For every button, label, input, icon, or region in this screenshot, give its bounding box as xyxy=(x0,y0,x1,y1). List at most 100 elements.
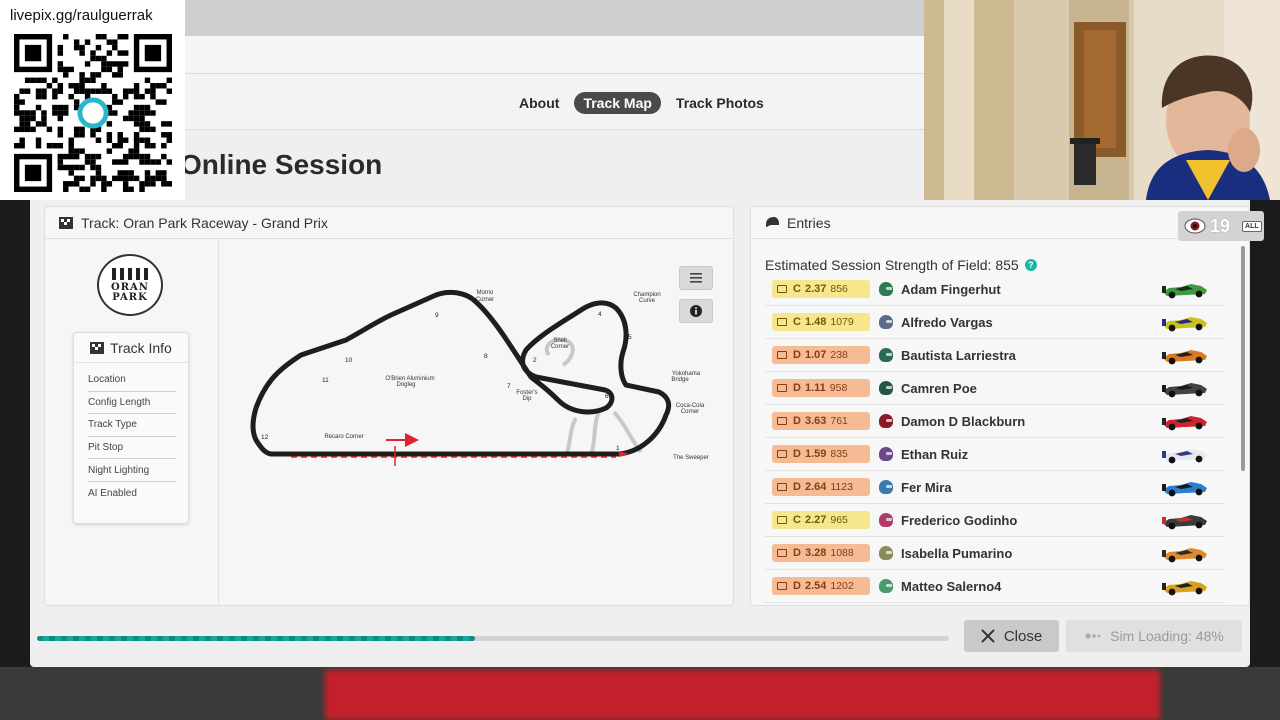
track-info-list: Location Config Length Track Type Pit St… xyxy=(74,363,188,505)
map-legend-button[interactable] xyxy=(679,266,713,290)
close-button[interactable]: Close xyxy=(964,620,1059,652)
entries-header: Entries xyxy=(751,207,1249,239)
track-logo: ORAN PARK xyxy=(97,254,163,316)
license-class: C xyxy=(793,283,801,295)
license-icon xyxy=(777,549,787,557)
help-icon[interactable]: ? xyxy=(1024,259,1037,271)
car-livery-icon xyxy=(1162,581,1207,596)
info-night-lighting: Night Lighting xyxy=(88,459,176,482)
car-livery-icon xyxy=(1162,515,1207,530)
driver-helmet-icon xyxy=(879,348,893,362)
donation-qr-overlay: livepix.gg/raulguerrak xyxy=(0,0,185,200)
car-livery-icon xyxy=(1162,548,1207,563)
driver-name[interactable]: Alfredo Vargas xyxy=(901,315,993,330)
track-alt-section xyxy=(589,411,601,456)
license-class: C xyxy=(793,514,801,526)
irating: 856 xyxy=(830,283,848,295)
entry-row[interactable]: C 1.48 1079 Alfredo Vargas xyxy=(765,306,1225,339)
svg-text:4: 4 xyxy=(598,311,602,318)
driver-name[interactable]: Adam Fingerhut xyxy=(901,282,1001,297)
driver-name[interactable]: Ethan Ruiz xyxy=(901,447,968,462)
tab-group: About Track Map Track Photos xyxy=(510,92,773,114)
viewer-filter-badge[interactable]: ALL xyxy=(1242,220,1262,232)
license-badge: D 1.07 238 xyxy=(772,346,870,364)
license-badge: C 2.37 856 xyxy=(772,280,870,298)
irating: 965 xyxy=(830,514,848,526)
car-livery-icon xyxy=(1162,449,1207,464)
license-icon xyxy=(777,384,787,392)
entry-row[interactable]: D 1.07 238 Bautista Larriestra xyxy=(765,339,1225,372)
tab-track-map[interactable]: Track Map xyxy=(574,92,661,114)
car-livery-icon xyxy=(1162,416,1207,431)
license-badge: D 1.59 835 xyxy=(772,445,870,463)
driver-name[interactable]: Damon D Blackburn xyxy=(901,414,1025,429)
track-panel: Track: Oran Park Raceway - Grand Prix OR… xyxy=(44,206,734,606)
safety-rating: 1.48 xyxy=(804,316,827,328)
entries-list: C 2.37 856 Adam Fingerhut C 1.48 1079 Alfredo V… xyxy=(765,273,1225,603)
license-class: C xyxy=(793,316,801,328)
license-class: D xyxy=(793,415,801,427)
qr-code xyxy=(14,34,172,192)
license-badge: C 2.27 965 xyxy=(772,511,870,529)
track-info-heading[interactable]: Track Info xyxy=(74,333,188,363)
turn-numbers: 1 2 4 5 6 7 8 9 10 11 12 xyxy=(261,311,632,452)
entry-row[interactable]: D 3.63 761 Damon D Blackburn xyxy=(765,405,1225,438)
svg-text:Curve: Curve xyxy=(639,298,656,304)
entry-row[interactable]: C 2.27 965 Frederico Godinho xyxy=(765,504,1225,537)
svg-text:The Sweeper: The Sweeper xyxy=(673,455,709,461)
driver-name[interactable]: Fer Mira xyxy=(901,480,952,495)
safety-rating: 1.07 xyxy=(804,349,827,361)
safety-rating: 1.11 xyxy=(804,382,826,394)
entries-title: Entries xyxy=(787,214,831,231)
driver-helmet-icon xyxy=(879,414,893,428)
track-panel-header: Track: Oran Park Raceway - Grand Prix xyxy=(45,207,733,239)
svg-text:2: 2 xyxy=(533,357,537,364)
driver-name[interactable]: Isabella Pumarino xyxy=(901,546,1012,561)
irating: 1202 xyxy=(830,580,854,592)
license-icon xyxy=(777,417,787,425)
entry-row[interactable]: D 2.64 1123 Fer Mira xyxy=(765,471,1225,504)
license-badge: D 3.63 761 xyxy=(772,412,870,430)
track-alt-section xyxy=(564,416,578,456)
strength-of-field: Estimated Session Strength of Field: 855… xyxy=(765,257,1037,273)
svg-text:6: 6 xyxy=(605,393,609,400)
entries-scrollbar[interactable] xyxy=(1241,246,1245,471)
track-map-svg: 1 2 4 5 6 7 8 9 10 11 12 Momo Momo Corne… xyxy=(250,289,709,466)
flag-icon xyxy=(90,341,105,354)
page-title: Online Session xyxy=(180,149,383,180)
svg-text:1: 1 xyxy=(616,445,620,452)
webcam-image xyxy=(924,0,1280,200)
car-livery-icon xyxy=(1162,482,1207,497)
helmet-icon xyxy=(766,216,779,227)
svg-text:9: 9 xyxy=(435,312,439,319)
info-icon xyxy=(690,305,702,317)
track-map[interactable]: 1 2 4 5 6 7 8 9 10 11 12 Momo Momo Corne… xyxy=(221,240,733,605)
loading-progress-fill xyxy=(37,636,475,641)
car-livery-icon xyxy=(1162,383,1207,398)
license-icon xyxy=(777,318,787,326)
license-icon xyxy=(777,285,787,293)
entry-row[interactable]: D 3.28 1088 Isabella Pumarino xyxy=(765,537,1225,570)
info-track-type: Track Type xyxy=(88,414,176,437)
tab-track-photos[interactable]: Track Photos xyxy=(667,92,773,114)
driver-name[interactable]: Matteo Salerno4 xyxy=(901,579,1001,594)
entry-row[interactable]: D 2.54 1202 Matteo Salerno4 xyxy=(765,570,1225,603)
safety-rating: 3.63 xyxy=(804,415,827,427)
driver-name[interactable]: Bautista Larriestra xyxy=(901,348,1016,363)
svg-text:Corner: Corner xyxy=(681,409,699,415)
safety-rating: 2.37 xyxy=(804,283,827,295)
driver-name[interactable]: Frederico Godinho xyxy=(901,513,1017,528)
car-livery-icon xyxy=(1162,350,1207,365)
entry-row[interactable]: D 1.11 958 Camren Poe xyxy=(765,372,1225,405)
entry-row[interactable]: C 2.37 856 Adam Fingerhut xyxy=(765,273,1225,306)
safety-rating: 2.64 xyxy=(804,481,827,493)
driver-name[interactable]: Camren Poe xyxy=(901,381,977,396)
driver-helmet-icon xyxy=(879,282,893,296)
entry-row[interactable]: D 1.59 835 Ethan Ruiz xyxy=(765,438,1225,471)
map-info-button[interactable] xyxy=(679,299,713,323)
svg-text:12: 12 xyxy=(261,434,269,441)
irating: 1079 xyxy=(830,316,854,328)
stream-url: livepix.gg/raulguerrak xyxy=(10,7,153,24)
tab-about[interactable]: About xyxy=(510,92,568,114)
viewer-count: 19 xyxy=(1210,215,1231,236)
